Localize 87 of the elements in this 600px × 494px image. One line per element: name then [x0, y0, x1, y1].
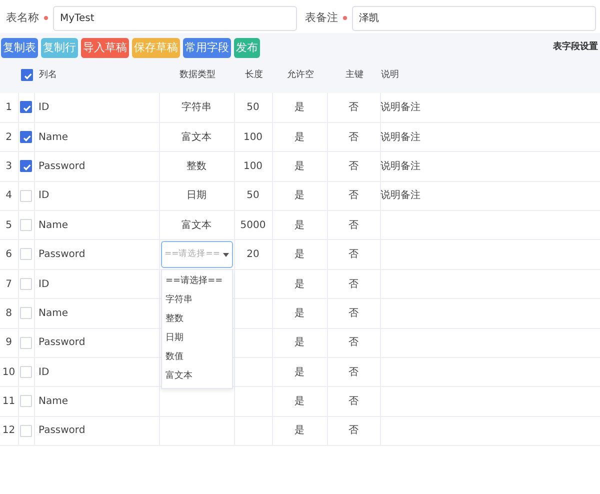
- field-label: 表备注: [305, 10, 338, 26]
- caret-icon: [222, 252, 228, 257]
- dropdown-option[interactable]: 数值: [162, 348, 232, 367]
- table-cell: 日期: [186, 190, 206, 202]
- table-cell: Password: [38, 425, 86, 436]
- table-cell: ID: [38, 366, 50, 378]
- table-cell: 50: [246, 102, 260, 113]
- table-cell: 富文本: [182, 220, 212, 231]
- table-cell: Name: [38, 220, 68, 231]
- row-number: 10: [2, 366, 16, 378]
- table-cell: 否: [348, 160, 358, 172]
- table-cell: 否: [348, 337, 358, 348]
- table-cell: 否: [348, 190, 358, 202]
- table-cell: 100: [243, 160, 263, 172]
- dropdown-option[interactable]: ==请选择==: [162, 272, 232, 291]
- dropdown-option[interactable]: 日期: [162, 328, 232, 348]
- checkbox[interactable]: [20, 160, 32, 172]
- checkbox[interactable]: [20, 101, 32, 114]
- checkbox[interactable]: [21, 68, 33, 81]
- table-cell: 20: [246, 249, 260, 260]
- table-cell: 是: [294, 278, 304, 290]
- table-cell: ID: [38, 102, 50, 113]
- table-cell: ID: [38, 278, 50, 290]
- table-cell: 说明备注: [380, 102, 420, 113]
- row-number: 5: [6, 220, 12, 231]
- column-header: 允许空: [287, 70, 314, 80]
- table-cell: 否: [348, 366, 358, 378]
- row-number: 1: [6, 102, 12, 113]
- table-cell: 否: [348, 220, 358, 231]
- table-cell: 是: [294, 190, 304, 202]
- dropdown-option[interactable]: 整数: [162, 310, 232, 329]
- table-cell: 是: [294, 425, 304, 436]
- checkbox[interactable]: [20, 130, 32, 143]
- dropdown-option[interactable]: 字符串: [162, 290, 232, 310]
- table-cell: 否: [348, 278, 358, 290]
- text-field[interactable]: MyTest: [53, 6, 297, 30]
- column-header: 长度: [245, 70, 263, 80]
- table-cell: Name: [38, 132, 68, 143]
- table-cell: Password: [38, 249, 86, 260]
- table-cell: 说明备注: [380, 132, 420, 143]
- table-cell: 5000: [240, 220, 266, 231]
- table-cell: 是: [294, 102, 304, 113]
- dropdown-option[interactable]: 富文本: [162, 366, 232, 386]
- table-cell: 是: [294, 132, 304, 143]
- table-cell: 50: [246, 190, 260, 202]
- row-number: 6: [6, 249, 12, 260]
- table-cell: 100: [243, 132, 263, 143]
- row-number: 8: [6, 308, 12, 319]
- row-number: 9: [6, 337, 12, 348]
- row-number: 11: [2, 396, 16, 408]
- row-number: 4: [6, 190, 12, 202]
- table-cell: 说明备注: [380, 160, 420, 172]
- table-cell: Password: [38, 337, 86, 348]
- table-cell: 否: [348, 132, 358, 143]
- table-cell: 富文本: [182, 132, 212, 143]
- row-number: 12: [2, 425, 16, 436]
- row-number: 2: [6, 132, 12, 143]
- field-label: 表名称: [6, 10, 39, 26]
- table-cell: 整数: [186, 160, 206, 172]
- table-cell: 否: [348, 102, 358, 113]
- table-cell: 否: [348, 249, 358, 260]
- table-cell: 否: [348, 396, 358, 408]
- table-cell: Name: [38, 308, 68, 319]
- table-cell: 是: [294, 160, 304, 172]
- settings-link[interactable]: 表字段设置: [553, 41, 598, 55]
- column-header: 数据类型: [180, 70, 216, 80]
- row-number: 7: [6, 278, 12, 290]
- toolbar-button[interactable]: 复制表: [1, 38, 38, 58]
- column-header: 说明: [381, 70, 399, 80]
- table-cell: 说明备注: [380, 190, 420, 202]
- table-cell: Name: [38, 396, 68, 408]
- text-field[interactable]: 泽凯: [352, 6, 596, 30]
- table-cell: 是: [294, 249, 304, 260]
- table-cell: 否: [348, 308, 358, 319]
- row-number: 3: [6, 160, 12, 172]
- table-cell: 是: [294, 396, 304, 408]
- table-cell: 否: [348, 425, 358, 436]
- table-cell: ID: [38, 190, 50, 202]
- table-cell: 是: [294, 337, 304, 348]
- table-cell: 是: [294, 308, 304, 319]
- toolbar-button[interactable]: 常用字段: [183, 38, 231, 58]
- column-header: 主键: [346, 70, 364, 80]
- table-cell: 字符串: [182, 102, 212, 113]
- table-cell: 是: [294, 220, 304, 231]
- table-cell: Password: [38, 160, 86, 172]
- column-header: 列名: [39, 70, 57, 80]
- table-cell: 是: [294, 366, 304, 378]
